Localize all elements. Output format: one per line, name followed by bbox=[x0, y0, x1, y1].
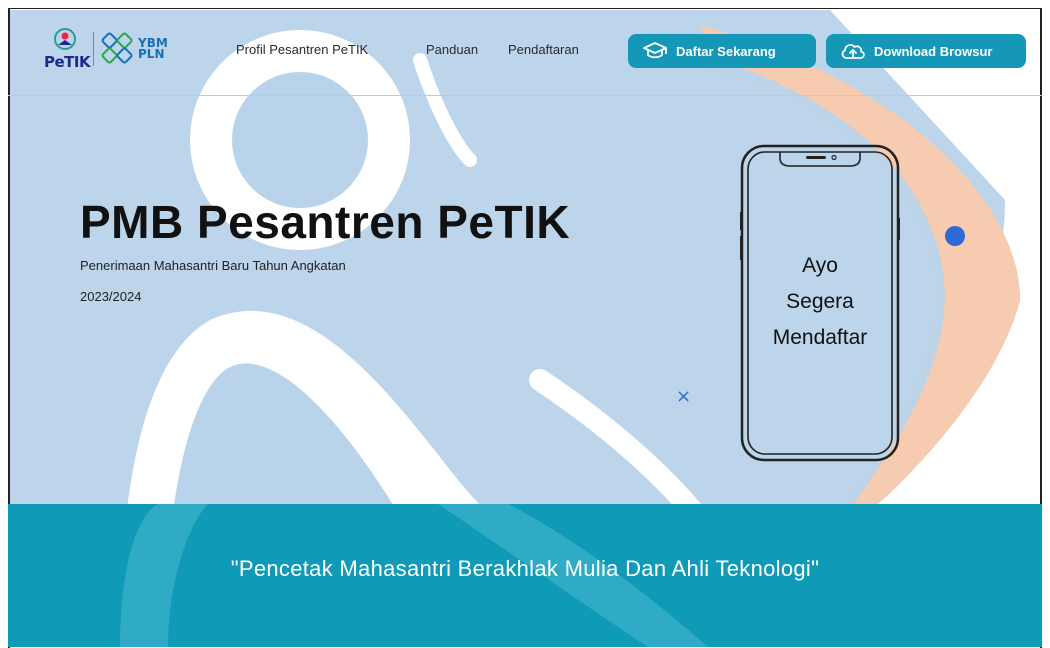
close-icon: × bbox=[676, 386, 692, 407]
phone-line-3: Mendaftar bbox=[772, 326, 868, 349]
ybm-pln-logo: YBM PLN bbox=[101, 32, 168, 66]
register-button-label: Daftar Sekarang bbox=[676, 43, 776, 59]
phone-line-2: Segera bbox=[786, 290, 854, 313]
hero-subtitle: Penerimaan Mahasantri Baru Tahun Angkata… bbox=[80, 258, 346, 273]
site-logo[interactable]: PeTIK YBM PLN bbox=[44, 27, 168, 71]
download-brochure-button[interactable]: Download Browsur bbox=[826, 34, 1026, 68]
phone-cta-text: Ayo Segera Mendaftar bbox=[740, 248, 900, 356]
logo-brand: PeTIK bbox=[44, 53, 91, 71]
hero-year: 2023/2024 bbox=[80, 289, 142, 304]
logo-partner-line2: PLN bbox=[138, 47, 165, 61]
phone-line-1: Ayo bbox=[802, 254, 838, 277]
download-button-label: Download Browsur bbox=[874, 43, 993, 59]
nav-link-pendaftaran[interactable]: Pendaftaran bbox=[508, 42, 579, 57]
top-navbar: PeTIK YBM PLN Profil Pesantren PeTIK Pan… bbox=[8, 9, 1042, 96]
ybm-pln-mark-icon bbox=[101, 32, 133, 64]
nav-link-profil[interactable]: Profil Pesantren PeTIK bbox=[236, 42, 368, 57]
logo-divider bbox=[93, 32, 94, 66]
tagline-quote: "Pencetak Mahasantri Berakhlak Mulia Dan… bbox=[230, 556, 820, 581]
hero-title: PMB Pesantren PeTIK bbox=[80, 196, 571, 248]
petik-logo: PeTIK bbox=[44, 27, 91, 71]
register-button[interactable]: Daftar Sekarang bbox=[628, 34, 816, 68]
cloud-upload-icon bbox=[841, 44, 865, 59]
nav-link-panduan[interactable]: Panduan bbox=[426, 42, 478, 57]
decorative-dot bbox=[945, 226, 965, 246]
graduation-cap-icon bbox=[643, 42, 667, 59]
